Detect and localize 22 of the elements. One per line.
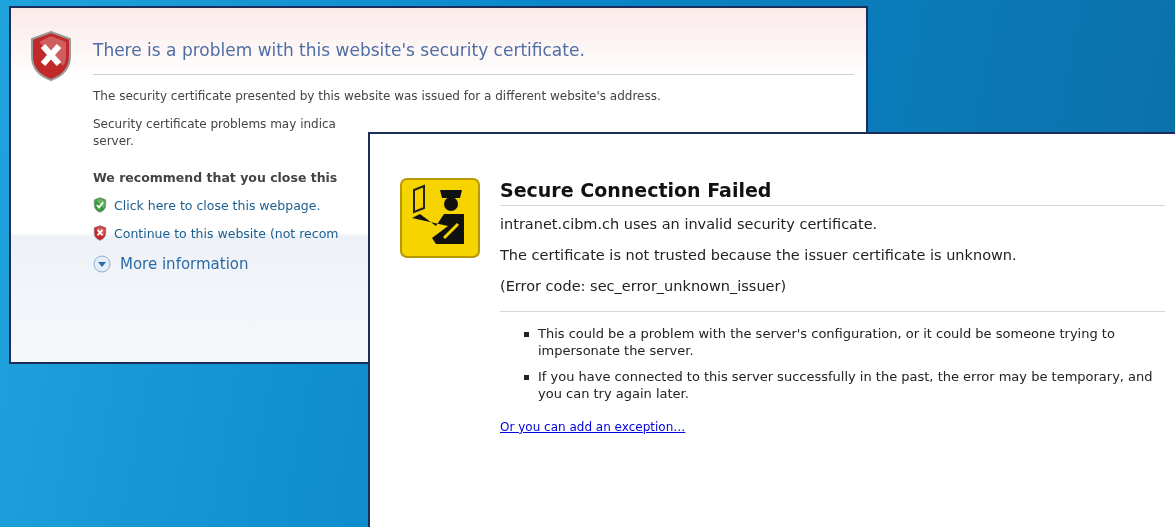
error-text: Security certificate problems may indica — [93, 117, 337, 131]
error-message: intranet.cibm.ch uses an invalid security certificate. — [500, 216, 879, 232]
add-exception-link[interactable]: Or you can add an exception… — [500, 419, 686, 434]
bullet-icon — [524, 332, 529, 337]
bullet-icon — [524, 374, 529, 380]
officer-icon — [400, 178, 480, 258]
error-title: There is a problem with this website's security certificate. — [93, 30, 854, 75]
shield-check-icon — [93, 197, 107, 213]
shield-x-icon — [29, 30, 73, 82]
error-code: (Error code: sec_error_unknown_issuer) — [500, 278, 1165, 312]
error-title: Secure Connection Failed — [500, 178, 1165, 206]
error-text: server. — [93, 134, 135, 148]
error-text: The certificate is not trusted because the issuer certificate is unknown. — [500, 247, 1018, 263]
option-link[interactable]: Click here to close this webpage. — [114, 197, 321, 213]
option-link[interactable]: Continue to this website (not recom — [114, 225, 339, 241]
recommendation-text: We recommend that you close this — [93, 170, 339, 185]
error-text: The security certificate presented by this website was issued for a different website's address. — [93, 89, 662, 103]
bullet-text: This could be a problem with the server's configuration, or it could be someone trying to impersonate the server. — [538, 326, 1116, 360]
bullet-text: If you have connected to this server successfully in the past, the error may be temporary, and you can try again later. — [538, 368, 1154, 403]
expand-icon[interactable] — [93, 255, 111, 273]
more-information-link[interactable]: More information — [120, 255, 249, 273]
shield-x-icon — [93, 225, 107, 241]
